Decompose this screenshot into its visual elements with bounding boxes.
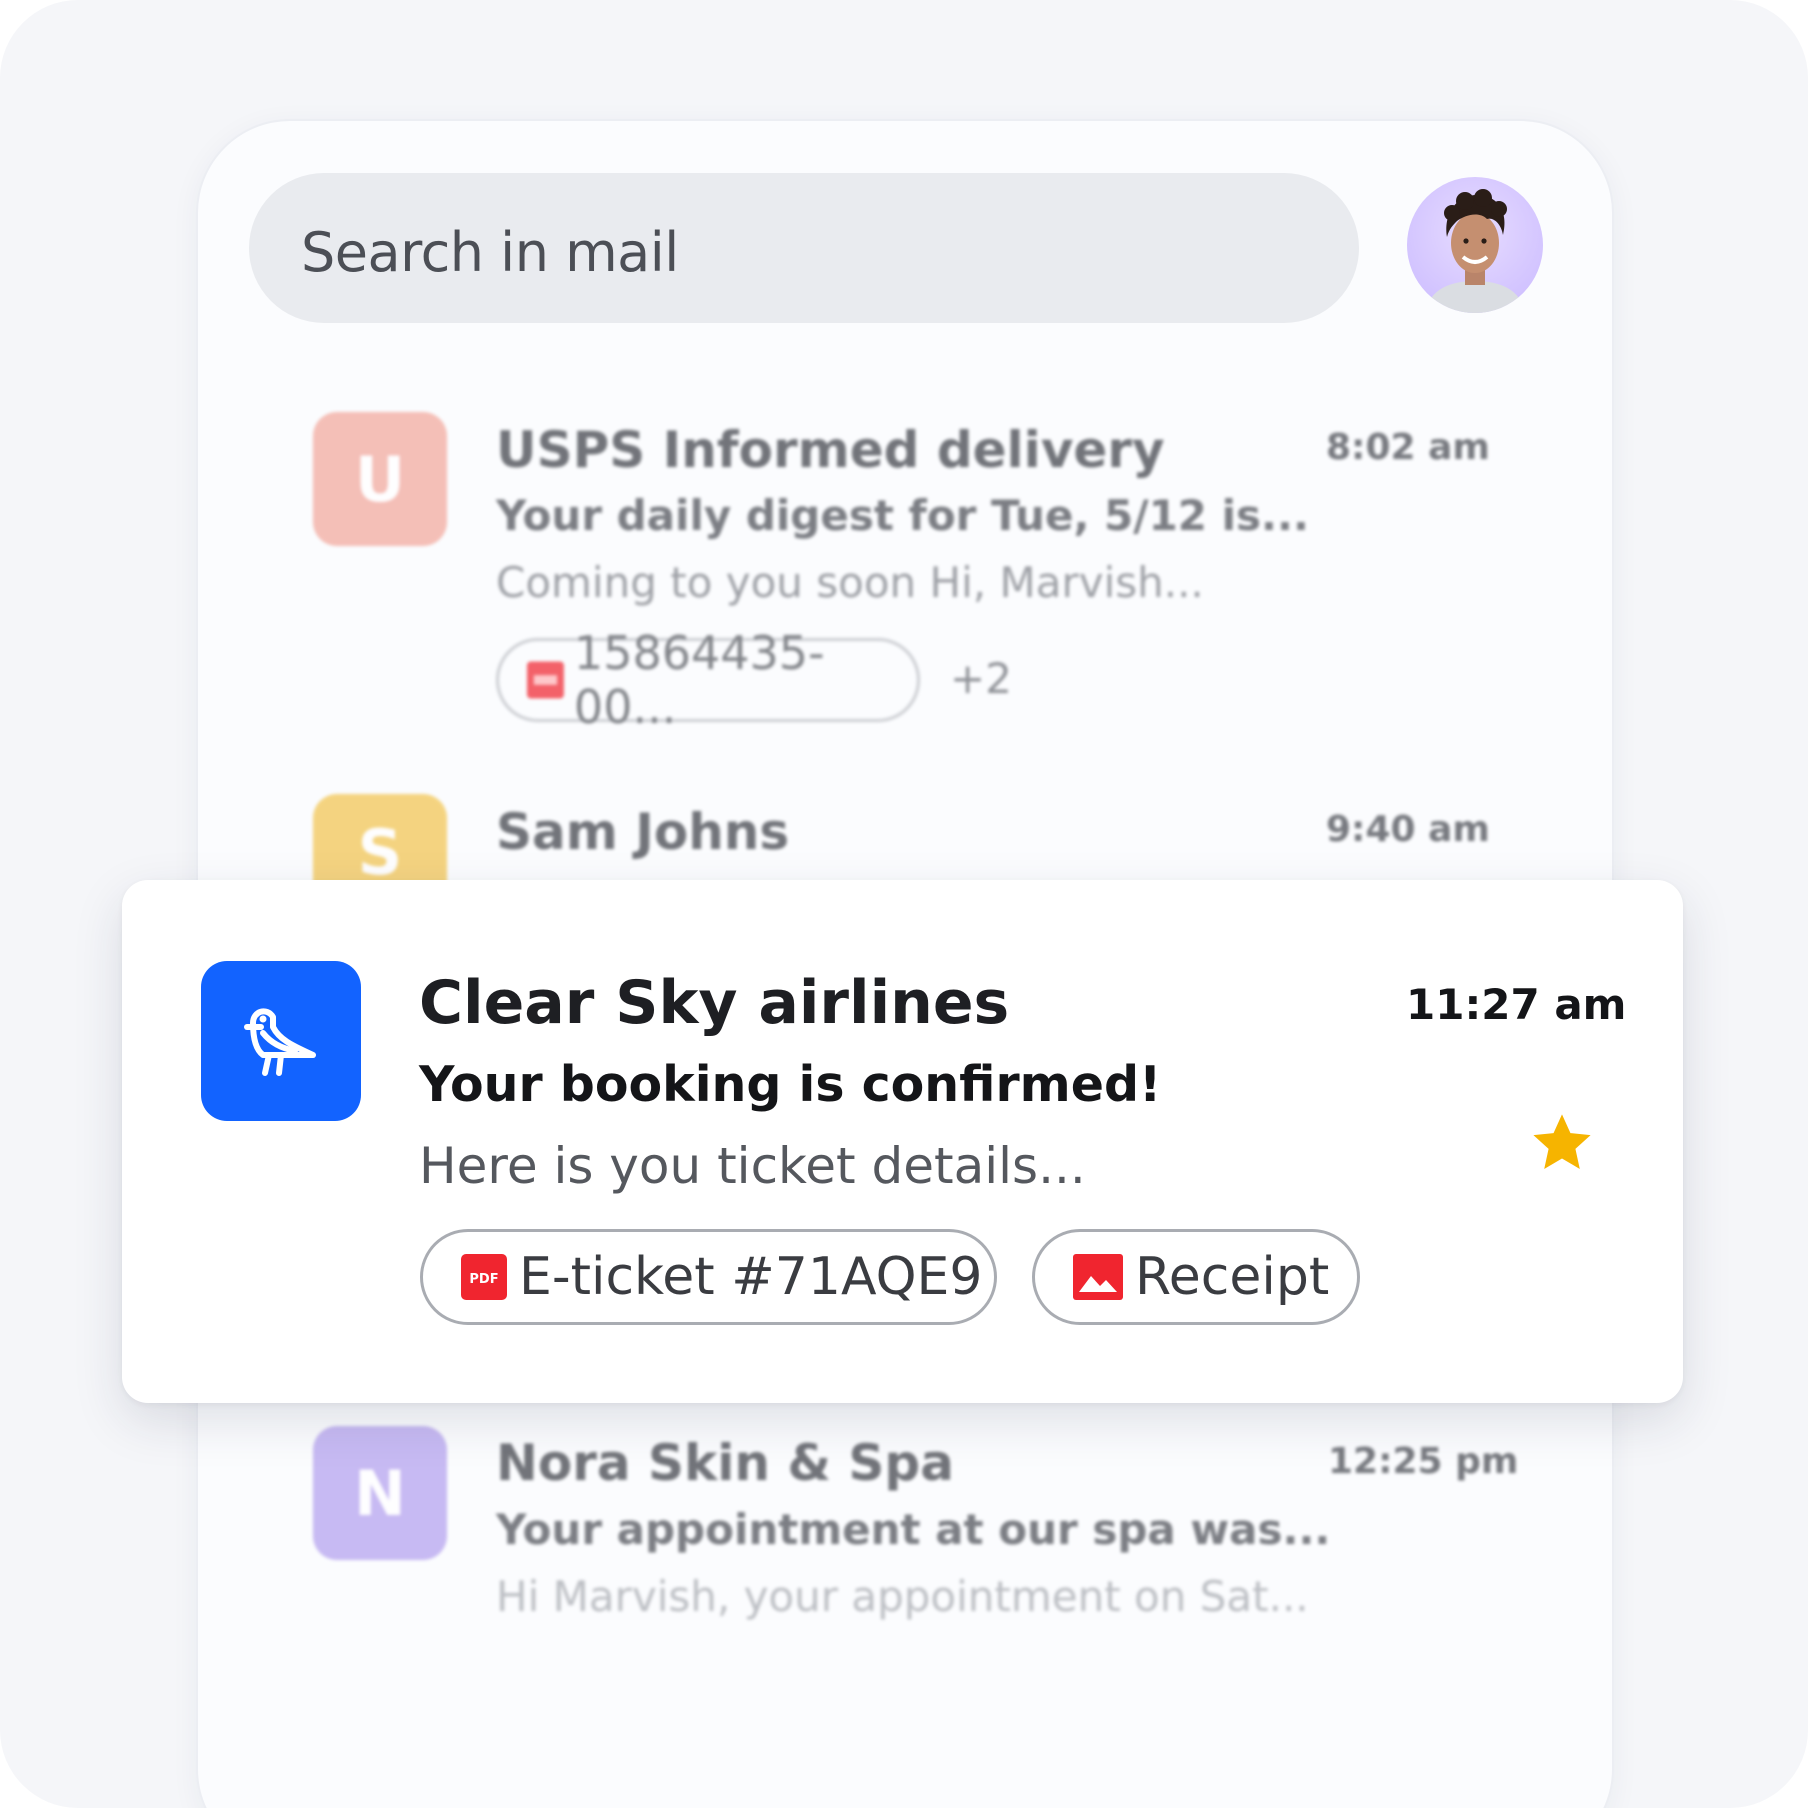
attachment-chip[interactable]: 15864435-00... <box>496 626 920 734</box>
sender-badge: U <box>313 412 447 546</box>
email-subject: Your booking is confirmed! <box>419 1056 1162 1113</box>
email-time: 8:02 am <box>1326 427 1490 468</box>
star-icon[interactable] <box>1527 1108 1597 1178</box>
email-preview: Hi Marvish, your appointment on Sat... <box>496 1572 1309 1621</box>
email-subject: Your daily digest for Tue, 5/12 is... <box>496 491 1309 540</box>
sender-app-icon <box>201 961 361 1121</box>
sender-name: USPS Informed delivery <box>496 421 1165 479</box>
attachment-name: 15864435-00... <box>573 626 825 734</box>
search-input[interactable]: Search in mail <box>301 221 679 284</box>
svg-text:PDF: PDF <box>469 1272 498 1287</box>
pdf-icon <box>527 661 564 699</box>
featured-email-card[interactable]: Clear Sky airlines 11:27 am Your booking… <box>122 880 1683 1403</box>
attachment-chip-receipt[interactable]: Receipt <box>1032 1229 1360 1325</box>
pdf-icon: PDF <box>461 1254 507 1300</box>
extra-attachments-count: +2 <box>950 654 1012 703</box>
sender-badge: N <box>313 1426 447 1560</box>
app-background: Search in mail U USPS Informed delivery <box>0 0 1808 1808</box>
attachment-chip-eticket[interactable]: PDF E-ticket #71AQE9 <box>420 1229 997 1325</box>
sender-name: Clear Sky airlines <box>419 968 1010 1038</box>
email-time: 9:40 am <box>1326 809 1490 850</box>
bird-icon <box>244 1008 316 1076</box>
email-subject: Your appointment at our spa was... <box>496 1505 1331 1554</box>
user-avatar-icon <box>1425 189 1525 313</box>
email-time: 12:25 pm <box>1328 1441 1519 1482</box>
search-bar[interactable]: Search in mail <box>249 173 1359 323</box>
attachment-name: E-ticket #71AQE9 <box>519 1247 983 1307</box>
image-icon <box>1073 1254 1123 1300</box>
email-preview: Coming to you soon Hi, Marvish... <box>496 558 1204 607</box>
email-time: 11:27 am <box>1406 980 1627 1029</box>
email-preview: Here is you ticket details... <box>419 1137 1086 1195</box>
sender-name: Sam Johns <box>496 803 790 861</box>
attachment-name: Receipt <box>1135 1247 1330 1307</box>
sender-name: Nora Skin & Spa <box>496 1434 954 1492</box>
avatar[interactable] <box>1407 177 1543 313</box>
